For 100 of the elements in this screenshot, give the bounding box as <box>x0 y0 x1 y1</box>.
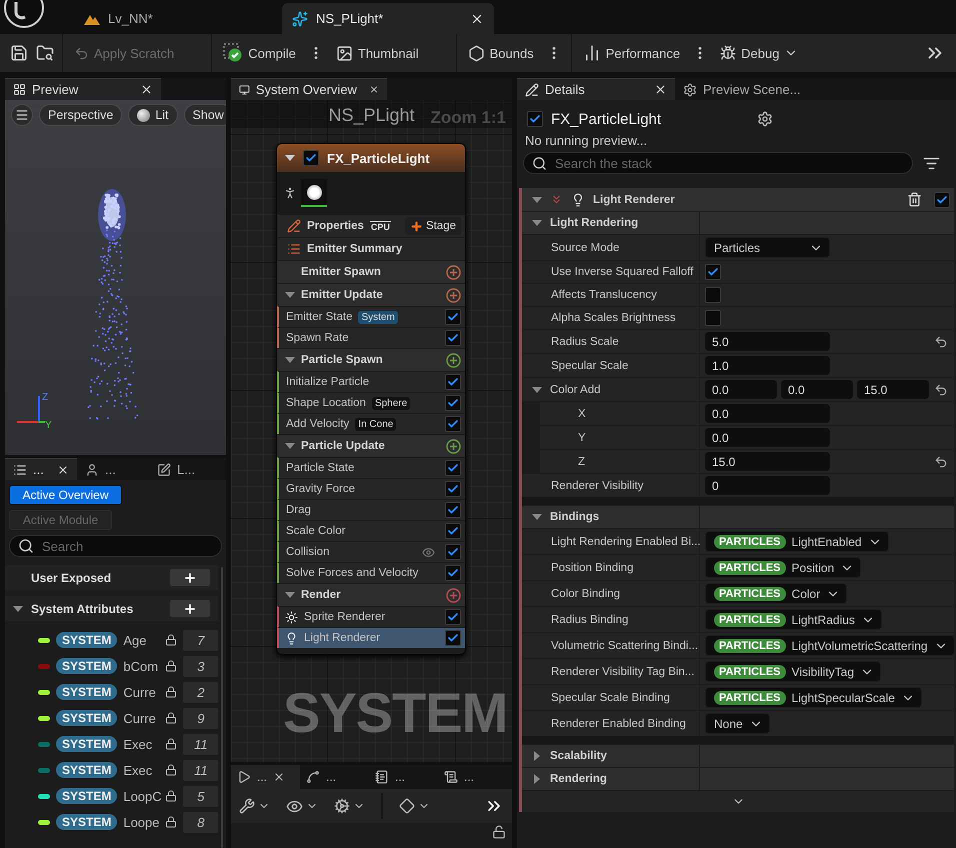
folder-search-icon[interactable] <box>36 44 54 62</box>
parameter-name[interactable]: bCom <box>123 658 160 674</box>
panel-tab[interactable]: System Overview <box>231 78 387 100</box>
section-header[interactable]: User Exposed <box>5 565 218 590</box>
viewport-button[interactable]: Show <box>184 104 226 126</box>
number-field[interactable]: 15.0 <box>857 380 929 399</box>
toolbar-button[interactable]: Debug <box>713 38 806 68</box>
number-field[interactable]: 0.0 <box>705 428 830 447</box>
number-field[interactable]: 5.0 <box>705 332 830 351</box>
checkbox[interactable] <box>445 630 461 646</box>
panel-tab[interactable]: ... <box>5 458 77 480</box>
module-row[interactable]: Add Velocity In Cone <box>277 413 465 434</box>
binding-dropdown[interactable]: None <box>705 713 770 734</box>
viewport-button[interactable]: Perspective <box>39 104 122 126</box>
mode-button[interactable]: Active Overview <box>9 485 122 505</box>
parameter-name[interactable]: Curre <box>123 710 160 726</box>
viewport-button[interactable]: Lit <box>128 104 178 126</box>
number-field[interactable]: 0 <box>705 476 830 495</box>
parameter-name[interactable]: Age <box>123 632 160 648</box>
caret-icon[interactable] <box>285 356 295 364</box>
add-button[interactable] <box>170 569 210 586</box>
checkbox[interactable] <box>445 523 461 539</box>
add-module-icon[interactable] <box>446 352 461 368</box>
add-button[interactable] <box>170 600 210 617</box>
checkbox[interactable] <box>445 609 461 625</box>
checkbox[interactable] <box>445 330 461 346</box>
caret-icon[interactable] <box>532 219 542 227</box>
module-row[interactable]: Spawn Rate <box>277 327 465 348</box>
number-field[interactable]: 0.0 <box>781 380 853 399</box>
binding-dropdown[interactable]: PARTICLES LightVolumetricScattering <box>705 635 955 656</box>
module-row[interactable]: Light Renderer <box>277 627 465 648</box>
checkbox[interactable] <box>445 374 461 390</box>
section-header[interactable]: Rendering <box>522 767 954 790</box>
panel-tab[interactable]: ... <box>369 765 438 789</box>
caret-icon[interactable] <box>533 774 541 784</box>
add-module-icon[interactable] <box>446 264 461 280</box>
checkbox[interactable] <box>445 416 461 432</box>
parameter-name[interactable]: Curre <box>123 684 160 700</box>
checkbox[interactable] <box>303 150 319 166</box>
caret-icon[interactable] <box>285 591 295 599</box>
parameter-name[interactable]: Exec <box>123 736 160 752</box>
panel-tab[interactable]: ... <box>438 765 507 789</box>
checkbox[interactable] <box>705 287 721 303</box>
module-row[interactable]: Collision <box>277 541 465 562</box>
module-row[interactable]: Sprite Renderer <box>277 606 465 627</box>
viewport[interactable]: Perspective Lit Show Z Y <box>5 100 226 455</box>
module-row[interactable]: Initialize Particle <box>277 371 465 392</box>
module-row[interactable]: Gravity Force <box>277 478 465 499</box>
number-field[interactable]: 1.0 <box>705 356 830 375</box>
panel-tab[interactable]: ... <box>231 765 300 789</box>
checkbox[interactable] <box>705 264 721 280</box>
number-field[interactable]: 0.0 <box>705 380 777 399</box>
add-module-icon[interactable] <box>446 588 461 602</box>
parameter-name[interactable]: LoopC <box>123 788 160 804</box>
caret-icon[interactable] <box>285 154 295 162</box>
caret-icon[interactable] <box>13 604 23 612</box>
checkbox[interactable] <box>445 460 461 476</box>
panel-tab[interactable]: L... <box>149 458 221 480</box>
emitter-node[interactable] <box>276 143 466 655</box>
section-header[interactable]: System Attributes <box>5 596 218 621</box>
document-tab[interactable]: Lv_NN* <box>74 3 279 34</box>
caret-icon[interactable] <box>532 386 542 394</box>
binding-dropdown[interactable]: PARTICLES VisibilityTag <box>705 661 882 682</box>
module-row[interactable]: Drag <box>277 499 465 520</box>
caret-icon[interactable] <box>532 513 542 521</box>
module-row[interactable]: Emitter State System <box>277 306 465 327</box>
checkbox[interactable] <box>445 502 461 518</box>
stage-header[interactable]: Render <box>301 589 341 601</box>
binding-dropdown[interactable]: PARTICLES LightEnabled <box>705 531 889 552</box>
menu-button[interactable] <box>11 104 33 126</box>
toolbar-button[interactable]: Compile <box>216 38 303 68</box>
module-row[interactable]: Particle State <box>277 457 465 478</box>
checkbox[interactable] <box>527 111 543 127</box>
checkbox[interactable] <box>445 565 461 581</box>
checkbox[interactable] <box>934 192 950 208</box>
checkbox[interactable] <box>445 544 461 560</box>
toolbar-button[interactable]: Thumbnail <box>328 38 426 68</box>
reset-icon[interactable] <box>934 454 948 468</box>
binding-dropdown[interactable]: PARTICLES Color <box>705 583 848 604</box>
binding-dropdown[interactable]: PARTICLES Position <box>705 557 862 578</box>
parameter-name[interactable]: Exec <box>123 762 160 778</box>
number-field[interactable]: 0.0 <box>705 404 830 423</box>
module-row[interactable]: Scale Color <box>277 520 465 541</box>
caret-icon[interactable] <box>533 751 541 761</box>
module-row[interactable]: Solve Forces and Velocity <box>277 562 465 583</box>
caret-icon[interactable] <box>285 291 295 299</box>
binding-dropdown[interactable]: PARTICLES LightSpecularScale <box>705 687 922 708</box>
panel-tab[interactable]: ... <box>77 458 149 480</box>
binding-dropdown[interactable]: PARTICLES LightRadius <box>705 609 882 630</box>
module-row[interactable]: Shape Location Sphere <box>277 392 465 413</box>
graph-canvas[interactable] <box>231 100 512 762</box>
checkbox[interactable] <box>705 310 721 326</box>
parameter-name[interactable]: Loope <box>123 814 160 830</box>
properties-label[interactable]: Properties <box>307 220 364 232</box>
panel-tab[interactable]: Preview Scene... <box>675 78 825 100</box>
panel-tab[interactable]: Preview <box>5 78 161 100</box>
document-tab[interactable]: NS_PLight* <box>282 3 494 34</box>
section-header[interactable]: Scalability <box>522 744 954 767</box>
reset-icon[interactable] <box>934 382 948 396</box>
section-header[interactable]: Light Rendering <box>522 211 954 234</box>
